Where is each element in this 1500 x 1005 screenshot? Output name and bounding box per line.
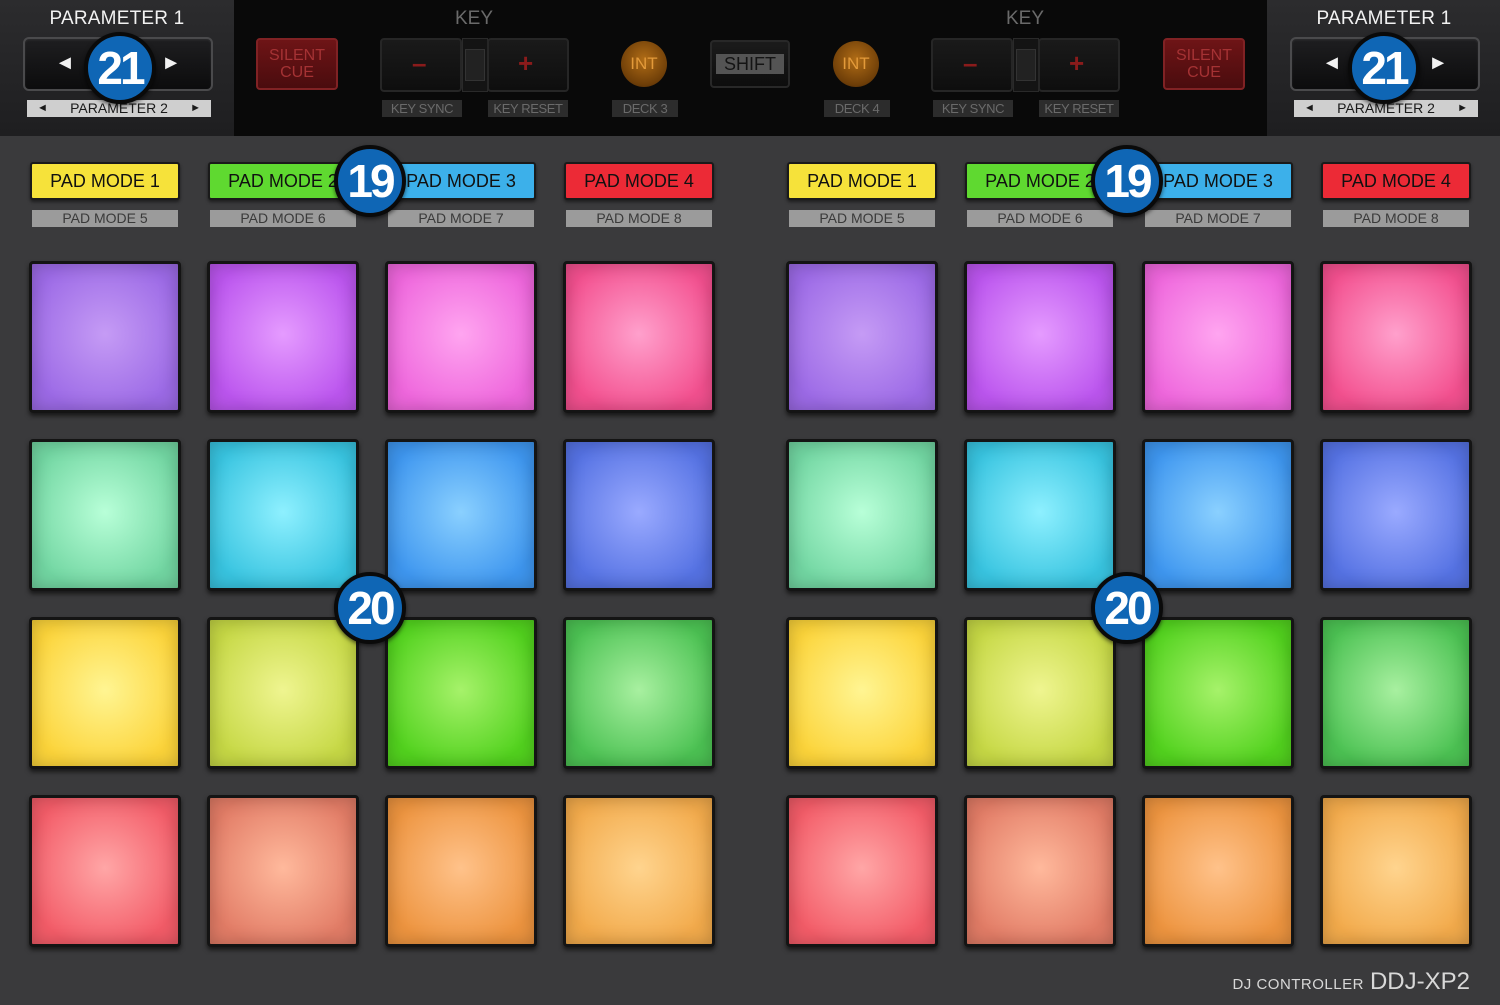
pad-right-r3-c1[interactable] [786,617,938,769]
shift-label: SHIFT [716,54,784,74]
pad-left-r3-c4[interactable] [563,617,715,769]
key-reset-label-deck3: KEY RESET [488,100,568,117]
callout-badge-parameter-left: 21 [84,32,156,104]
pad-mode-7-label-left: PAD MODE 7 [388,210,534,227]
pad-mode-7-label-right: PAD MODE 7 [1145,210,1291,227]
pad-right-r1-c3[interactable] [1142,261,1294,413]
pad-mode-8-label-left: PAD MODE 8 [566,210,712,227]
pad-right-r4-c1[interactable] [786,795,938,947]
pad-right-r4-c3[interactable] [1142,795,1294,947]
pad-right-r1-c2[interactable] [964,261,1116,413]
pad-right-r3-c4[interactable] [1320,617,1472,769]
int-button-deck3[interactable]: INT [621,41,667,87]
pad-right-r3-c2[interactable] [964,617,1116,769]
pad-right-r1-c4[interactable] [1320,261,1472,413]
pad-right-r2-c4[interactable] [1320,439,1472,591]
plus-icon: + [1069,48,1085,78]
parameter-1-label-right: PARAMETER 1 [1316,8,1452,29]
pad-right-r2-c1[interactable] [786,439,938,591]
pad-mode-5-label-left: PAD MODE 5 [32,210,178,227]
arrow-left-icon[interactable]: ◄ [1322,51,1342,75]
pad-right-r1-c1[interactable] [786,261,938,413]
pad-left-r1-c2[interactable] [207,261,359,413]
pad-right-r4-c4[interactable] [1320,795,1472,947]
arrow-right-icon[interactable]: ► [161,51,181,75]
pad-right-r3-c3[interactable] [1142,617,1294,769]
int-button-deck4[interactable]: INT [833,41,879,87]
minus-icon: – [412,48,427,78]
small-arrow-left-icon: ◄ [37,102,48,114]
brand-model-text: DDJ-XP2 [1369,968,1470,995]
callout-badge-pads-left: 20 [334,572,406,644]
small-arrow-right-icon: ► [190,102,201,114]
brand-label: DJ CONTROLLER DDJ-XP2 [1232,968,1470,996]
pad-left-r3-c1[interactable] [29,617,181,769]
deck4-label: DECK 4 [824,100,890,117]
silent-cue-button-deck3[interactable]: SILENT CUE [256,38,338,90]
pad-mode-6-label-right: PAD MODE 6 [967,210,1113,227]
pad-right-r2-c2[interactable] [964,439,1116,591]
callout-badge-parameter-right: 21 [1348,32,1420,104]
key-sync-label-deck4: KEY SYNC [933,100,1013,117]
callout-badge-pads-right: 20 [1091,572,1163,644]
pad-right-r2-c3[interactable] [1142,439,1294,591]
callout-badge-pad-mode-left: 19 [334,145,406,217]
pad-mode-6-label-left: PAD MODE 6 [210,210,356,227]
arrow-left-icon[interactable]: ◄ [55,51,75,75]
key-sync-label-deck3: KEY SYNC [382,100,462,117]
deck3-label: DECK 3 [612,100,678,117]
pad-mode-5-label-right: PAD MODE 5 [789,210,935,227]
small-arrow-left-icon: ◄ [1304,102,1315,114]
arrow-right-icon[interactable]: ► [1428,51,1448,75]
pad-left-r4-c2[interactable] [207,795,359,947]
pad-mode-1-button-right[interactable]: PAD MODE 1 [787,162,937,200]
key-reset-label-deck4: KEY RESET [1039,100,1119,117]
pad-left-r4-c3[interactable] [385,795,537,947]
pad-left-r1-c3[interactable] [385,261,537,413]
pad-left-r4-c4[interactable] [563,795,715,947]
pad-mode-4-button-right[interactable]: PAD MODE 4 [1321,162,1471,200]
pad-left-r2-c4[interactable] [563,439,715,591]
pad-left-r3-c3[interactable] [385,617,537,769]
controller-panel: PARAMETER 1 ◄ ► ◄ PARAMETER 2 ► PARAMETE… [0,0,1500,1005]
key-slider-deck4[interactable] [1013,38,1039,92]
pad-left-r1-c1[interactable] [29,261,181,413]
pad-left-r2-c3[interactable] [385,439,537,591]
brand-small-text: DJ CONTROLLER [1232,976,1364,993]
plus-icon: + [518,48,534,78]
pad-mode-8-label-right: PAD MODE 8 [1323,210,1469,227]
small-arrow-right-icon: ► [1457,102,1468,114]
key-label-deck4: KEY [1006,8,1045,29]
pad-left-r3-c2[interactable] [207,617,359,769]
pad-mode-3-button-left[interactable]: PAD MODE 3 [386,162,536,200]
parameter-1-label-left: PARAMETER 1 [49,8,185,29]
pad-left-r2-c2[interactable] [207,439,359,591]
key-label-deck3: KEY [455,8,494,29]
pad-mode-1-button-left[interactable]: PAD MODE 1 [30,162,180,200]
pad-left-r4-c1[interactable] [29,795,181,947]
pad-left-r1-c4[interactable] [563,261,715,413]
pad-left-r2-c1[interactable] [29,439,181,591]
minus-icon: – [963,48,978,78]
silent-cue-button-deck4[interactable]: SILENT CUE [1163,38,1245,90]
key-slider-deck3[interactable] [462,38,488,92]
pad-mode-4-button-left[interactable]: PAD MODE 4 [564,162,714,200]
callout-badge-pad-mode-right: 19 [1091,145,1163,217]
pad-right-r4-c2[interactable] [964,795,1116,947]
pad-mode-3-button-right[interactable]: PAD MODE 3 [1143,162,1293,200]
